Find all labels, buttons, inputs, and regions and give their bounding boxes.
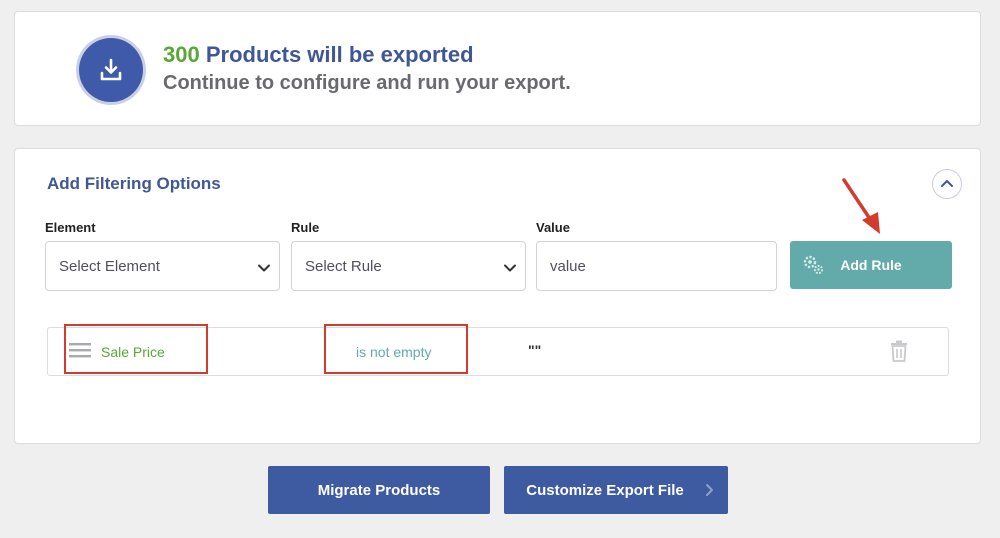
migrate-products-label: Migrate Products (317, 481, 441, 499)
value-label: Value (536, 220, 570, 235)
annotation-arrow-icon (838, 176, 888, 243)
element-select[interactable]: Select Element (45, 241, 280, 291)
trash-icon[interactable] (889, 340, 909, 367)
element-label: Element (45, 220, 96, 235)
chevron-right-icon (705, 483, 714, 501)
export-download-icon (79, 38, 143, 102)
add-rule-label: Add Rule (840, 257, 902, 273)
headline-text: Products will be exported (199, 42, 474, 67)
highlight-rule-box (324, 324, 468, 374)
product-count: 300 (163, 42, 200, 67)
customize-export-button[interactable]: Customize Export File (504, 466, 728, 514)
customize-export-label: Customize Export File (526, 481, 684, 499)
value-input[interactable] (536, 241, 777, 291)
migrate-products-button[interactable]: Migrate Products (268, 466, 490, 514)
rule-value-text: "" (528, 342, 542, 358)
chevron-up-icon (940, 175, 954, 193)
export-summary-panel: 300 Products will be exported Continue t… (14, 11, 981, 126)
export-subline: Continue to configure and run your expor… (163, 72, 571, 94)
rule-select-value: Select Rule (305, 257, 382, 275)
add-rule-button[interactable]: Add Rule (790, 241, 952, 289)
filter-title: Add Filtering Options (47, 174, 221, 193)
rule-select[interactable]: Select Rule (291, 241, 526, 291)
element-select-value: Select Element (59, 257, 160, 275)
export-headline: 300 Products will be exported (163, 42, 474, 68)
chevron-down-icon (503, 260, 517, 277)
rule-label: Rule (291, 220, 320, 235)
chevron-down-icon (257, 260, 271, 277)
collapse-button[interactable] (932, 169, 962, 199)
highlight-element-box (64, 324, 208, 374)
gear-icon (802, 253, 826, 280)
filter-options-panel: Add Filtering Options Element Rule Value… (14, 148, 981, 444)
